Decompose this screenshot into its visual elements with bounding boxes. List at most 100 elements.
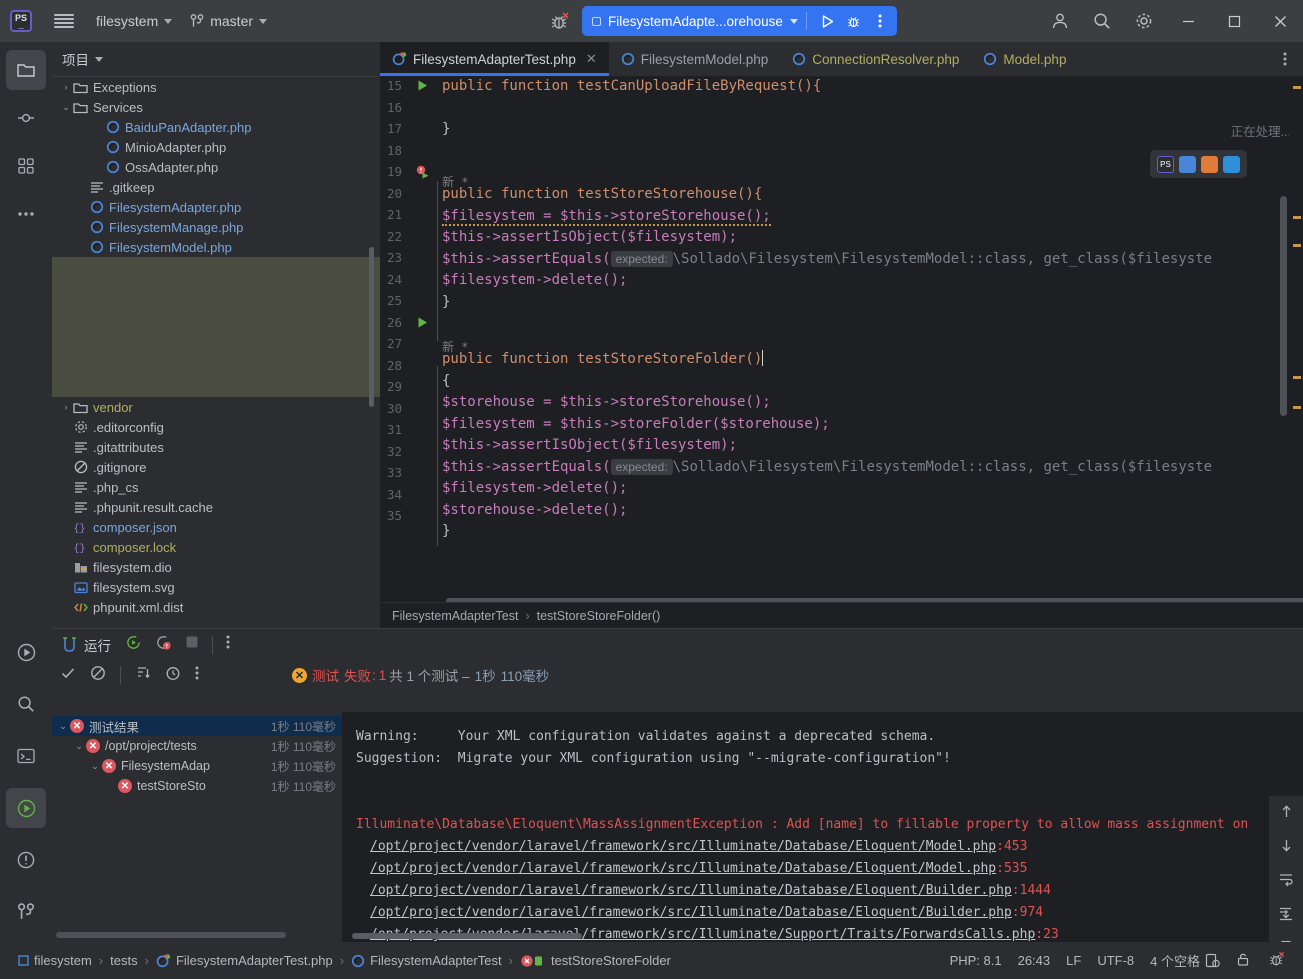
chevron-down-icon[interactable]: ⌄: [72, 741, 86, 752]
search-everywhere-icon[interactable]: [6, 684, 46, 724]
status-breadcrumb-item[interactable]: filesystem: [18, 953, 92, 968]
close-icon[interactable]: ✕: [586, 51, 597, 67]
chevron-right-icon[interactable]: ›: [60, 402, 72, 412]
chevron-down-icon[interactable]: ⌄: [60, 102, 72, 113]
project-tree-item[interactable]: FilesystemAdapter.php: [52, 197, 380, 217]
console-horizontal-scrollbar[interactable]: [352, 933, 582, 939]
project-tree-item[interactable]: .php_cs: [52, 477, 380, 497]
editor-breadcrumb-bar[interactable]: FilesystemAdapterTest › testStoreStoreFold…: [380, 602, 1303, 628]
more-vertical-icon[interactable]: [1273, 42, 1297, 76]
test-tree-item[interactable]: ⌄ ✕ 测试结果 1秒 110毫秒: [52, 716, 342, 736]
hamburger-menu-icon[interactable]: [54, 13, 74, 29]
phpstorm-badge-icon[interactable]: PS: [1157, 155, 1174, 173]
line-separator-label[interactable]: LF: [1066, 953, 1081, 968]
project-file-tree[interactable]: › Exceptions ⌄ Services BaiduPanAdapter.php M…: [52, 77, 380, 629]
commit-tool-icon[interactable]: [6, 98, 46, 138]
project-tool-icon[interactable]: [6, 50, 46, 90]
project-pane-header[interactable]: 项目: [52, 42, 380, 76]
gear-icon[interactable]: [1123, 0, 1165, 42]
run-button[interactable]: [815, 8, 841, 34]
project-tree-item[interactable]: filesystem.svg: [52, 577, 380, 597]
show-passed-icon[interactable]: [60, 665, 76, 686]
editor-gutter[interactable]: 15 16 17 18 19 20 21 22 23 24 25 26 27 28 29 30 31 32 33 34…: [380, 76, 432, 606]
editor-tab[interactable]: Model.php: [971, 42, 1078, 76]
edge-badge-icon[interactable]: [1223, 155, 1240, 173]
status-breadcrumb-item[interactable]: testStoreStoreFolder: [520, 953, 671, 968]
editor-breadcrumb-item[interactable]: testStoreStoreFolder(): [537, 609, 661, 623]
rerun-failed-icon[interactable]: [155, 634, 172, 656]
code-editor[interactable]: 正在处理... 15 16 17 18 19 20 21 22 23 24 25 26 27 28 29 30…: [380, 76, 1303, 606]
run-error-gutter-icon[interactable]: [416, 165, 430, 179]
browser-preview-icons[interactable]: PS: [1150, 150, 1247, 178]
minimize-icon[interactable]: [1165, 0, 1211, 42]
indent-settings-icon[interactable]: [1205, 953, 1220, 968]
test-tree-item[interactable]: ⌄ ✕ FilesystemAdap 1秒 110毫秒: [52, 756, 342, 776]
stack-trace-link[interactable]: /opt/project/vendor/laravel/framework/sr…: [370, 905, 1012, 920]
scroll-up-icon[interactable]: [1275, 800, 1297, 822]
chrome-badge-icon[interactable]: [1179, 155, 1196, 173]
wrap-text-icon[interactable]: [1275, 868, 1297, 890]
test-tree-item[interactable]: ⌄ ✕ /opt/project/tests 1秒 110毫秒: [52, 736, 342, 756]
scroll-to-end-icon[interactable]: [1275, 902, 1297, 924]
stack-trace-link[interactable]: /opt/project/vendor/laravel/framework/sr…: [370, 839, 996, 854]
project-tree-item[interactable]: .phpunit.result.cache: [52, 497, 380, 517]
php-version-label[interactable]: PHP: 8.1: [950, 953, 1002, 968]
show-ignored-icon[interactable]: [90, 665, 106, 686]
project-tree-item[interactable]: {} composer.lock: [52, 537, 380, 557]
run-gutter-icon[interactable]: [416, 316, 430, 330]
project-tree-item[interactable]: MinioAdapter.php: [52, 137, 380, 157]
problems-tool-icon[interactable]: [6, 840, 46, 880]
debug-button[interactable]: [841, 8, 867, 34]
project-tree-item[interactable]: .gitattributes: [52, 437, 380, 457]
firefox-badge-icon[interactable]: [1201, 155, 1218, 173]
bug-with-error-icon[interactable]: [1267, 949, 1287, 972]
status-breadcrumb-item[interactable]: FilesystemAdapterTest.php: [156, 953, 333, 968]
test-console-output[interactable]: Warning: Your XML configuration validate…: [342, 712, 1303, 942]
project-tree-item[interactable]: FilesystemManage.php: [52, 217, 380, 237]
stack-trace-link[interactable]: /opt/project/vendor/laravel/framework/sr…: [370, 883, 1012, 898]
project-tree-item[interactable]: .gitignore: [52, 457, 380, 477]
unlocked-icon[interactable]: [1236, 952, 1251, 970]
project-tree-scrollbar[interactable]: [369, 247, 374, 407]
project-tree-item[interactable]: .gitkeep: [52, 177, 380, 197]
editor-breadcrumb-item[interactable]: FilesystemAdapterTest: [392, 609, 518, 623]
more-vertical-icon[interactable]: [226, 634, 230, 655]
stop-icon[interactable]: [185, 635, 199, 654]
terminal-tool-icon[interactable]: [6, 736, 46, 776]
error-stripe[interactable]: [1289, 76, 1303, 606]
project-tree-item[interactable]: ⌄ Services: [52, 97, 380, 117]
bug-with-error-icon[interactable]: [548, 9, 572, 33]
more-vertical-icon[interactable]: [195, 665, 199, 686]
version-control-icon[interactable]: [6, 892, 46, 932]
test-tree-scrollbar[interactable]: [56, 932, 286, 938]
project-tree-item[interactable]: phpunit.xml.dist: [52, 597, 380, 617]
project-tree-item[interactable]: BaiduPanAdapter.php: [52, 117, 380, 137]
status-breadcrumb-item[interactable]: tests: [110, 953, 137, 968]
chevron-down-icon[interactable]: ⌄: [56, 721, 70, 732]
editor-vertical-scrollbar[interactable]: [1280, 196, 1287, 416]
editor-tab[interactable]: FilesystemAdapterTest.php ✕: [380, 42, 609, 76]
breadcrumb[interactable]: filesystem › tests › FilesystemAdapterTest.p…: [0, 953, 671, 968]
maximize-icon[interactable]: [1211, 0, 1257, 42]
editor-tab[interactable]: ConnectionResolver.php: [780, 42, 971, 76]
project-tree-item[interactable]: FilesystemModel.php: [52, 237, 380, 257]
user-account-icon[interactable]: [1039, 0, 1081, 42]
project-selector[interactable]: filesystem: [96, 13, 173, 29]
run-gutter-icon[interactable]: [416, 79, 430, 93]
sort-icon[interactable]: [135, 665, 151, 686]
project-tree-item[interactable]: OssAdapter.php: [52, 157, 380, 177]
caret-position-label[interactable]: 26:43: [1018, 953, 1051, 968]
rerun-icon[interactable]: [125, 634, 142, 656]
project-tree-item[interactable]: .editorconfig: [52, 417, 380, 437]
test-tree-item[interactable]: ✕ testStoreSto 1秒 110毫秒: [52, 776, 342, 796]
project-tree-item[interactable]: › vendor: [52, 397, 380, 417]
status-breadcrumb-item[interactable]: FilesystemAdapterTest: [351, 953, 502, 968]
run-configuration-selector[interactable]: FilesystemAdapte...orehouse: [582, 6, 897, 36]
editor-tab[interactable]: FilesystemModel.php: [609, 42, 781, 76]
project-tree-item[interactable]: › Exceptions: [52, 77, 380, 97]
stack-trace-link[interactable]: /opt/project/vendor/laravel/framework/sr…: [370, 861, 996, 876]
project-tree-item[interactable]: {} composer.json: [52, 517, 380, 537]
project-tree-item[interactable]: filesystem.dio: [52, 557, 380, 577]
test-results-tree[interactable]: ⌄ ✕ 测试结果 1秒 110毫秒 ⌄ ✕/opt/project/tests 1秒 110…: [52, 712, 342, 942]
sort-by-duration-icon[interactable]: [165, 665, 181, 686]
